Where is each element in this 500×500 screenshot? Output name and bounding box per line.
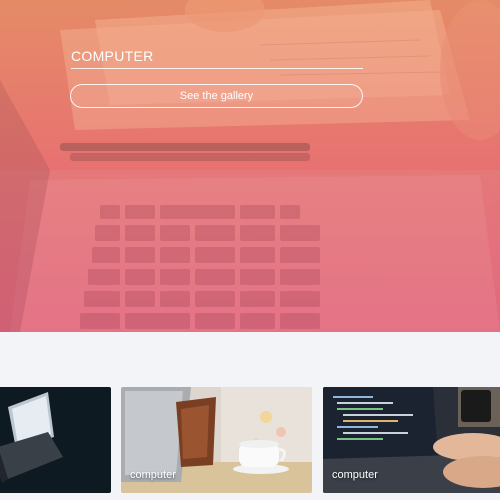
hero-title: COMPUTER <box>71 48 363 69</box>
laptop-dark-image <box>0 387 111 493</box>
gallery-grid: computer computer <box>0 387 500 493</box>
see-gallery-button[interactable]: See the gallery <box>70 84 363 108</box>
card-label: computer <box>332 469 378 481</box>
gallery-card[interactable] <box>0 387 111 493</box>
gallery-card[interactable]: computer <box>323 387 500 493</box>
hero-banner: COMPUTER See the gallery <box>0 0 500 332</box>
gallery-card[interactable]: computer <box>121 387 312 493</box>
card-label: computer <box>130 469 176 481</box>
